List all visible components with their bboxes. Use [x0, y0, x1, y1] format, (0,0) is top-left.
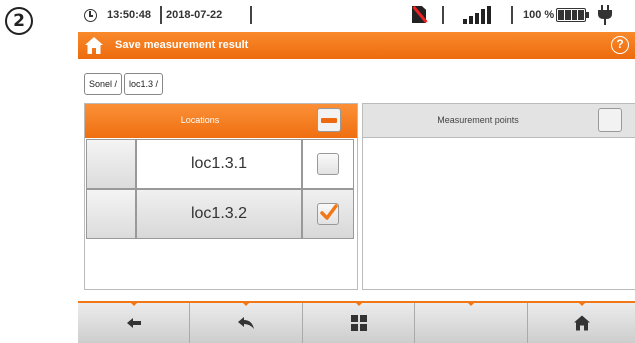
locations-header: Locations — [85, 104, 357, 138]
status-divider — [250, 6, 252, 24]
battery-icon — [556, 8, 589, 22]
location-checkbox[interactable] — [317, 203, 339, 225]
status-bar: 13:50:48 2018-07-22 100 % — [78, 0, 635, 30]
clock-icon — [84, 9, 97, 22]
return-button[interactable] — [190, 301, 303, 343]
empty-toolbar-slot — [415, 301, 528, 343]
arrow-left-icon — [126, 318, 141, 328]
location-checkbox-cell[interactable] — [302, 189, 354, 239]
view-grid-button[interactable] — [303, 301, 415, 343]
grid-icon — [350, 315, 367, 331]
return-icon — [238, 317, 254, 329]
home-button[interactable] — [528, 301, 635, 343]
locations-panel: Locations loc1.3.1 loc1.3.2 — [84, 103, 358, 290]
signal-strength-icon — [463, 6, 491, 24]
location-row-handle[interactable] — [86, 189, 136, 239]
status-date: 2018-07-22 — [166, 9, 223, 21]
measurement-points-header-label: Measurement points — [437, 115, 519, 125]
breadcrumb-item-root[interactable]: Sonel / — [84, 73, 123, 95]
back-button[interactable] — [78, 301, 190, 343]
select-all-locations-checkbox[interactable] — [317, 108, 341, 132]
status-divider — [160, 6, 162, 24]
measurement-points-panel: Measurement points — [362, 103, 635, 290]
measurement-points-header: Measurement points — [363, 104, 635, 138]
battery-percent: 100 % — [523, 9, 555, 21]
list-item-location[interactable]: loc1.3.1 — [86, 139, 356, 189]
select-all-points-checkbox[interactable] — [598, 108, 622, 132]
home-icon — [573, 315, 590, 331]
location-checkbox-cell[interactable] — [302, 139, 354, 189]
location-checkbox[interactable] — [317, 153, 339, 175]
checkmark-icon — [320, 204, 338, 220]
plug-icon — [598, 5, 612, 25]
status-divider — [442, 6, 444, 24]
status-divider — [511, 6, 513, 24]
help-icon[interactable]: ? — [611, 36, 629, 54]
location-name[interactable]: loc1.3.2 — [136, 189, 302, 239]
status-time: 13:50:48 — [107, 9, 152, 21]
bottom-toolbar — [78, 301, 635, 343]
list-item-location[interactable]: loc1.3.2 — [86, 189, 356, 239]
breadcrumb: Sonel / loc1.3 / — [84, 73, 164, 95]
home-icon[interactable] — [85, 37, 103, 54]
breadcrumb-item-current[interactable]: loc1.3 / — [124, 73, 164, 95]
location-row-handle[interactable] — [86, 139, 136, 189]
title-bar: Save measurement result ? — [78, 32, 635, 59]
locations-header-label: Locations — [180, 115, 220, 125]
page-title: Save measurement result — [115, 39, 249, 51]
step-number-badge: 2 — [5, 7, 33, 35]
location-name[interactable]: loc1.3.1 — [136, 139, 302, 189]
